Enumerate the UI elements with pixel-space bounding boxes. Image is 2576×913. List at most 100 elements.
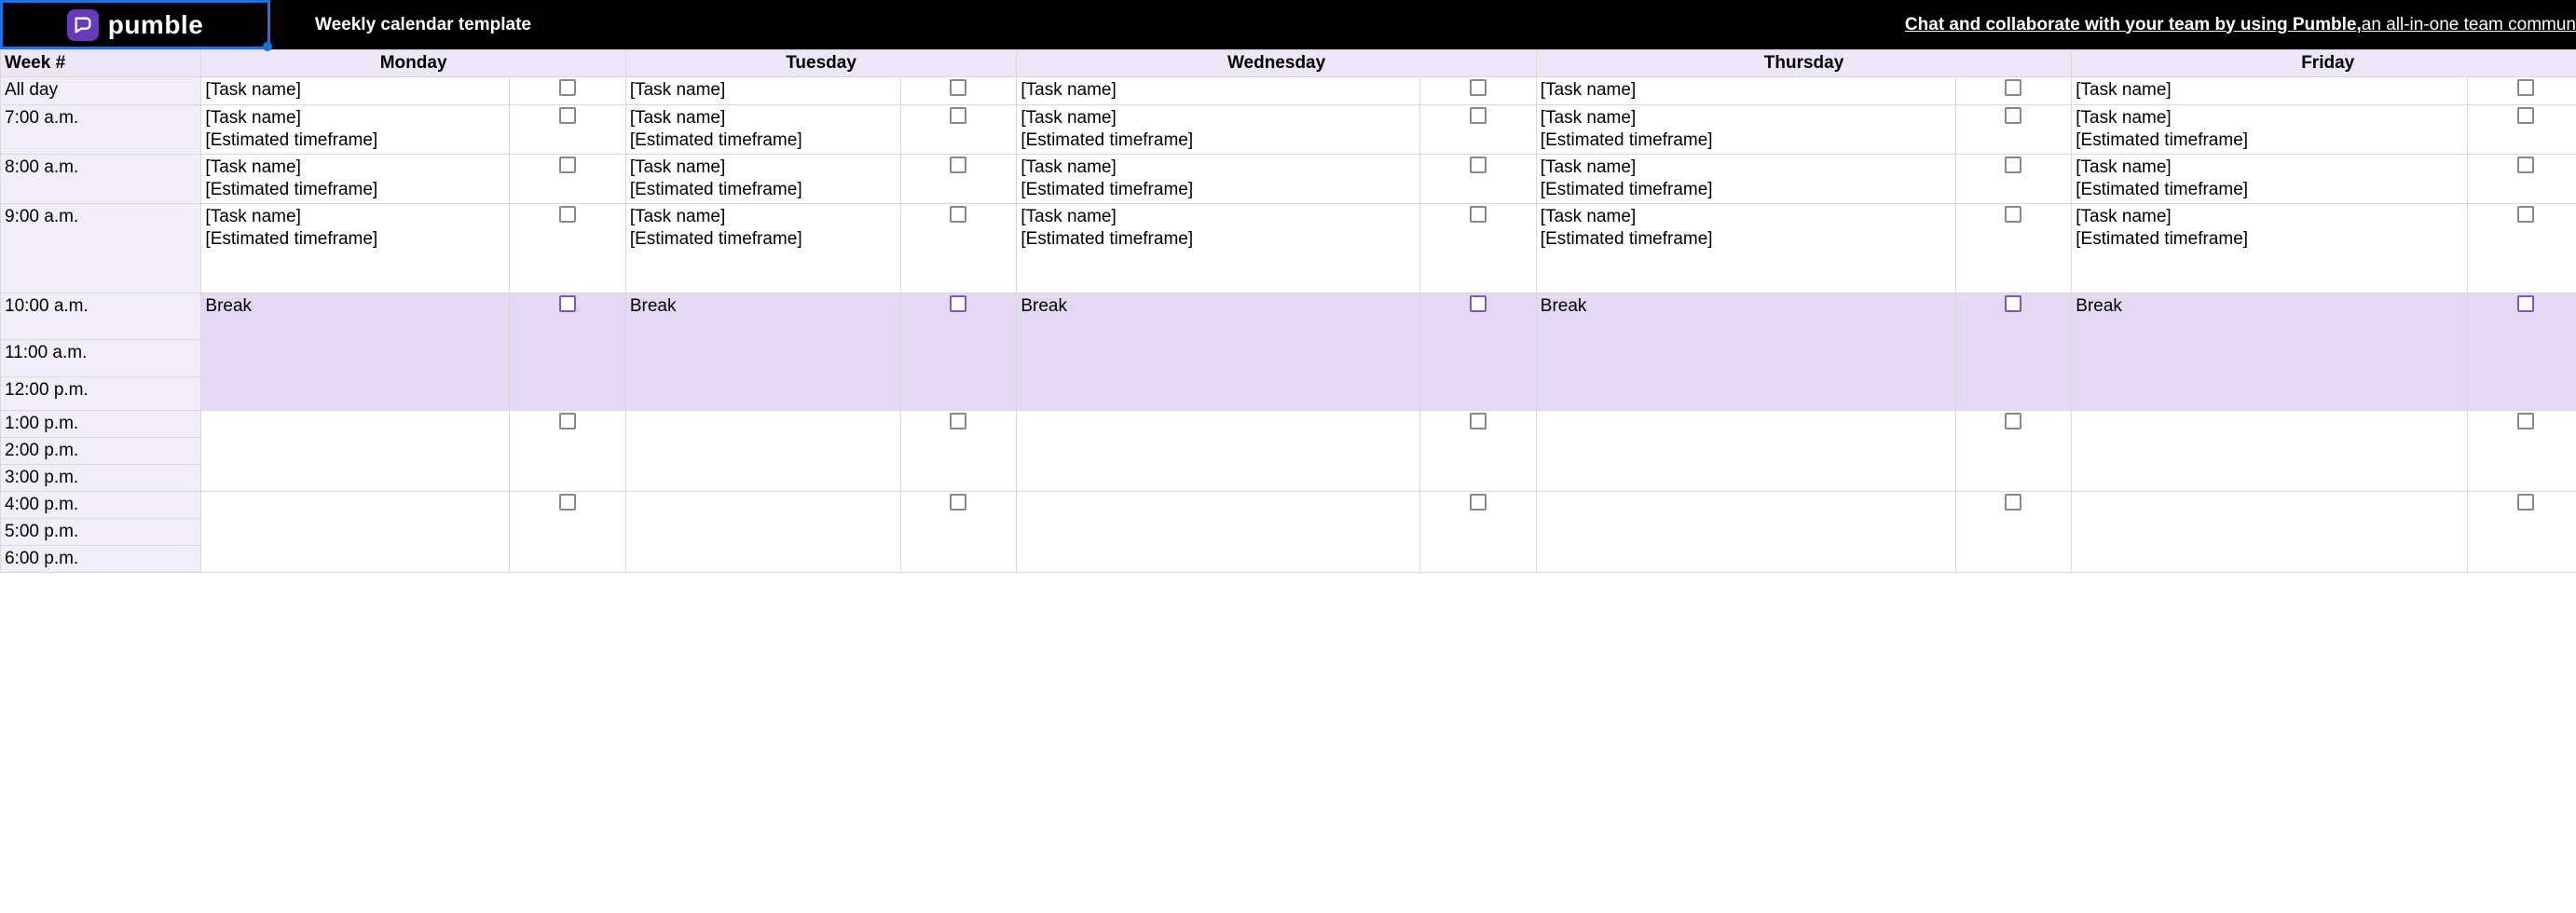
cell-task[interactable] (1536, 492, 1955, 573)
cell-check[interactable] (900, 77, 1017, 105)
checkbox-icon[interactable] (950, 295, 966, 312)
cell-check[interactable] (900, 411, 1017, 492)
cell-check[interactable] (510, 411, 626, 492)
cell-break[interactable]: Break (1536, 293, 1955, 411)
cell-break[interactable]: Break (2072, 293, 2468, 411)
cell-task[interactable]: [Task name] (2072, 77, 2468, 105)
cell-break[interactable]: Break (625, 293, 900, 411)
checkbox-icon[interactable] (1470, 157, 1487, 173)
cell-break[interactable]: Break (1017, 293, 1420, 411)
checkbox-icon[interactable] (950, 79, 966, 96)
cell-check[interactable] (1955, 411, 2072, 492)
cell-check[interactable] (1955, 293, 2072, 411)
cell-check[interactable] (2468, 492, 2576, 573)
checkbox-icon[interactable] (559, 295, 576, 312)
promo-link[interactable]: Chat and collaborate with your team by u… (1905, 0, 2576, 49)
checkbox-icon[interactable] (2005, 157, 2021, 173)
cell-task[interactable] (625, 492, 900, 573)
checkbox-icon[interactable] (2005, 107, 2021, 124)
cell-task[interactable]: [Task name][Estimated timeframe] (2072, 155, 2468, 204)
cell-check[interactable] (2468, 411, 2576, 492)
cell-check[interactable] (900, 204, 1017, 293)
cell-check[interactable] (510, 155, 626, 204)
checkbox-icon[interactable] (1470, 107, 1487, 124)
cell-check[interactable] (1420, 492, 1537, 573)
checkbox-icon[interactable] (950, 413, 966, 429)
checkbox-icon[interactable] (1470, 413, 1487, 429)
logo-cell[interactable]: pumble (0, 0, 270, 49)
cell-task[interactable] (1017, 492, 1420, 573)
cell-check[interactable] (1420, 105, 1537, 155)
checkbox-icon[interactable] (2005, 206, 2021, 223)
checkbox-icon[interactable] (559, 157, 576, 173)
checkbox-icon[interactable] (2517, 295, 2534, 312)
checkbox-icon[interactable] (559, 107, 576, 124)
cell-check[interactable] (900, 293, 1017, 411)
cell-check[interactable] (510, 77, 626, 105)
cell-check[interactable] (900, 105, 1017, 155)
cell-check[interactable] (510, 105, 626, 155)
cell-task[interactable]: [Task name] (1017, 77, 1420, 105)
cell-task[interactable]: [Task name][Estimated timeframe] (201, 155, 510, 204)
checkbox-icon[interactable] (1470, 79, 1487, 96)
checkbox-icon[interactable] (2517, 79, 2534, 96)
cell-task[interactable]: [Task name][Estimated timeframe] (625, 204, 900, 293)
cell-task[interactable] (2072, 492, 2468, 573)
cell-task[interactable]: [Task name][Estimated timeframe] (2072, 204, 2468, 293)
checkbox-icon[interactable] (559, 79, 576, 96)
checkbox-icon[interactable] (2005, 413, 2021, 429)
checkbox-icon[interactable] (559, 206, 576, 223)
checkbox-icon[interactable] (950, 206, 966, 223)
cell-check[interactable] (1420, 155, 1537, 204)
cell-task[interactable]: [Task name][Estimated timeframe] (2072, 105, 2468, 155)
checkbox-icon[interactable] (2005, 295, 2021, 312)
cell-task[interactable]: [Task name][Estimated timeframe] (1017, 105, 1420, 155)
cell-break[interactable]: Break (201, 293, 510, 411)
checkbox-icon[interactable] (1470, 295, 1487, 312)
cell-check[interactable] (1420, 293, 1537, 411)
checkbox-icon[interactable] (2517, 413, 2534, 429)
cell-check[interactable] (2468, 77, 2576, 105)
cell-check[interactable] (510, 492, 626, 573)
cell-task[interactable]: [Task name][Estimated timeframe] (625, 105, 900, 155)
checkbox-icon[interactable] (2517, 206, 2534, 223)
cell-check[interactable] (1955, 105, 2072, 155)
cell-task[interactable]: [Task name] (201, 77, 510, 105)
checkbox-icon[interactable] (1470, 206, 1487, 223)
cell-check[interactable] (1955, 77, 2072, 105)
cell-check[interactable] (1955, 492, 2072, 573)
cell-check[interactable] (2468, 105, 2576, 155)
cell-check[interactable] (2468, 155, 2576, 204)
cell-task[interactable]: [Task name][Estimated timeframe] (1017, 155, 1420, 204)
cell-check[interactable] (2468, 204, 2576, 293)
cell-task[interactable]: [Task name][Estimated timeframe] (1536, 155, 1955, 204)
cell-task[interactable]: [Task name][Estimated timeframe] (1536, 204, 1955, 293)
cell-task[interactable]: [Task name][Estimated timeframe] (201, 204, 510, 293)
cell-check[interactable] (2468, 293, 2576, 411)
cell-task[interactable]: [Task name] (1536, 77, 1955, 105)
cell-check[interactable] (1955, 204, 2072, 293)
checkbox-icon[interactable] (1470, 494, 1487, 511)
cell-task[interactable]: [Task name][Estimated timeframe] (1536, 105, 1955, 155)
cell-check[interactable] (510, 204, 626, 293)
checkbox-icon[interactable] (559, 494, 576, 511)
cell-check[interactable] (900, 492, 1017, 573)
checkbox-icon[interactable] (950, 107, 966, 124)
cell-task[interactable] (1536, 411, 1955, 492)
cell-task[interactable] (625, 411, 900, 492)
cell-task[interactable] (201, 492, 510, 573)
cell-task[interactable]: [Task name][Estimated timeframe] (201, 105, 510, 155)
cell-check[interactable] (1955, 155, 2072, 204)
cell-check[interactable] (1420, 204, 1537, 293)
checkbox-icon[interactable] (2005, 494, 2021, 511)
cell-task[interactable] (2072, 411, 2468, 492)
cell-task[interactable] (201, 411, 510, 492)
checkbox-icon[interactable] (950, 494, 966, 511)
checkbox-icon[interactable] (559, 413, 576, 429)
checkbox-icon[interactable] (2517, 157, 2534, 173)
cell-task[interactable]: [Task name] (625, 77, 900, 105)
checkbox-icon[interactable] (2517, 494, 2534, 511)
checkbox-icon[interactable] (2005, 79, 2021, 96)
cell-check[interactable] (1420, 411, 1537, 492)
cell-check[interactable] (900, 155, 1017, 204)
